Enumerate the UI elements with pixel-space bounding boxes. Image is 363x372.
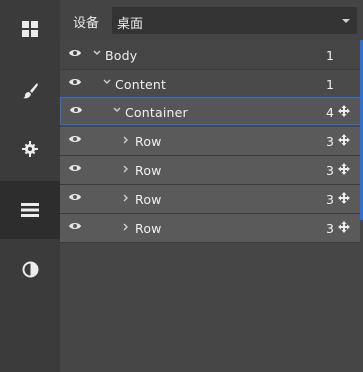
style-manager-button[interactable] xyxy=(0,62,60,120)
chevron-down-icon[interactable] xyxy=(113,107,121,113)
layer-count: 1 xyxy=(326,77,334,92)
layer-name: Content xyxy=(115,77,167,92)
layer-name: Row xyxy=(135,221,162,236)
chevron-down-icon xyxy=(342,19,350,23)
move-icon[interactable] xyxy=(338,163,350,175)
theme-toggle-button[interactable] xyxy=(0,240,60,298)
layer-count: 4 xyxy=(326,105,334,120)
layers-icon xyxy=(21,203,39,217)
layer-name: Container xyxy=(125,105,188,120)
layer-count: 1 xyxy=(326,48,334,63)
device-label: 设备 xyxy=(73,16,100,31)
device-select[interactable]: 桌面 xyxy=(112,7,357,34)
layer-row-body[interactable]: Body 1 xyxy=(60,41,360,70)
eye-icon[interactable] xyxy=(69,192,81,202)
layer-row-container[interactable]: Container 4 xyxy=(60,97,361,125)
layer-row-row[interactable]: Row 3 xyxy=(60,185,360,214)
blocks-icon xyxy=(22,21,38,37)
chevron-down-icon[interactable] xyxy=(103,79,111,85)
eye-icon[interactable] xyxy=(69,221,81,231)
contrast-icon xyxy=(22,261,38,277)
eye-icon[interactable] xyxy=(69,48,81,58)
move-icon[interactable] xyxy=(338,105,350,117)
move-icon[interactable] xyxy=(338,221,350,233)
device-header: 设备 桌面 xyxy=(60,0,363,40)
chevron-down-icon[interactable] xyxy=(93,50,101,56)
blocks-button[interactable] xyxy=(0,0,60,58)
layer-manager-button[interactable] xyxy=(0,181,60,239)
settings-button[interactable] xyxy=(0,120,60,178)
layer-count: 3 xyxy=(326,221,334,236)
brush-icon xyxy=(23,83,38,99)
eye-icon[interactable] xyxy=(70,105,82,115)
chevron-right-icon[interactable] xyxy=(123,194,129,202)
move-icon[interactable] xyxy=(338,192,350,204)
chevron-right-icon[interactable] xyxy=(123,136,129,144)
layer-row-content[interactable]: Content 1 xyxy=(60,70,360,99)
layer-row-row[interactable]: Row 3 xyxy=(60,127,360,156)
layer-row-row[interactable]: Row 3 xyxy=(60,214,360,243)
layer-count: 3 xyxy=(326,163,334,178)
gear-icon xyxy=(22,141,38,157)
move-icon[interactable] xyxy=(338,134,350,146)
chevron-right-icon[interactable] xyxy=(123,223,129,231)
layer-row-row[interactable]: Row 3 xyxy=(60,156,360,185)
layer-tree: Body 1 Content 1 Container 4 Row 3 Row 3… xyxy=(60,40,363,243)
layer-name: Row xyxy=(135,163,162,178)
chevron-right-icon[interactable] xyxy=(123,165,129,173)
layer-count: 3 xyxy=(326,134,334,149)
layer-name: Row xyxy=(135,134,162,149)
eye-icon[interactable] xyxy=(69,134,81,144)
layer-count: 3 xyxy=(326,192,334,207)
layer-name: Row xyxy=(135,192,162,207)
device-select-value: 桌面 xyxy=(117,17,144,32)
eye-icon[interactable] xyxy=(69,77,81,87)
eye-icon[interactable] xyxy=(69,163,81,173)
layer-name: Body xyxy=(105,48,138,63)
sidebar xyxy=(0,0,60,372)
